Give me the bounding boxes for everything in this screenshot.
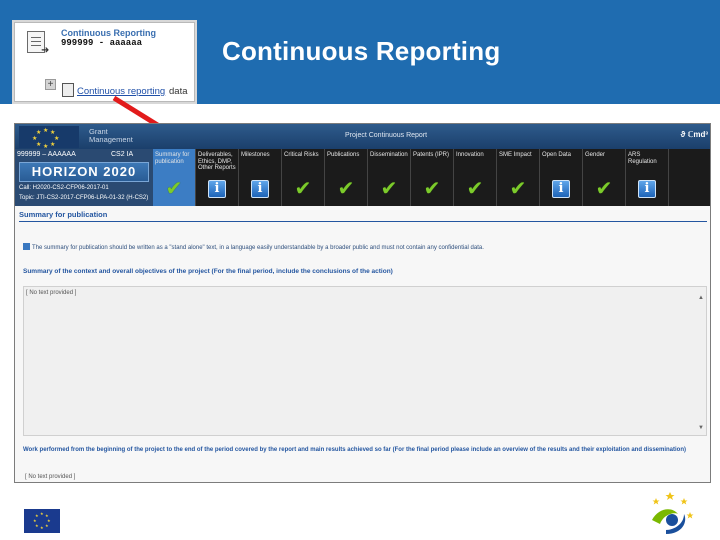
snippet-title: Continuous Reporting xyxy=(61,28,156,38)
tab-sme-impact[interactable]: SME Impact ✔ xyxy=(497,149,540,206)
check-icon: ✔ xyxy=(423,178,441,200)
check-icon: ✔ xyxy=(337,178,355,200)
app-header: ★ ★ ★ ★ ★ ★ ★ ★ Grant Management Project Con… xyxy=(15,124,710,150)
tab-ars-regulation[interactable]: ARS Regulation i xyxy=(626,149,669,206)
tab-milestones[interactable]: Milestones i xyxy=(239,149,282,206)
check-icon: ✔ xyxy=(294,178,312,200)
check-icon: ✔ xyxy=(165,178,183,200)
expand-icon[interactable]: + xyxy=(45,79,56,90)
slide: Continuous Reporting ➜ Continuous Report… xyxy=(0,0,720,540)
summary-content: Summary for publication The summary for … xyxy=(15,206,710,482)
tab-label: Publications xyxy=(327,152,360,158)
check-icon: ✔ xyxy=(380,178,398,200)
help-text: The summary for publication should be wr… xyxy=(23,243,484,251)
scroll-down-icon[interactable]: ▼ xyxy=(698,425,704,431)
app-logo: ϑ ℂmd³ xyxy=(680,130,708,139)
tab-label: Innovation xyxy=(456,152,484,158)
tab-label: Open Data xyxy=(542,152,572,158)
textarea-placeholder: [ No text provided ] xyxy=(26,290,77,296)
project-topic: Topic: JTI-CS2-2017-CFP06-LPA-01-32 (H-C… xyxy=(19,195,149,201)
arrow-icon: ➜ xyxy=(41,45,50,56)
summary-textarea[interactable]: [ No text provided ] ▲ ▼ xyxy=(23,286,707,436)
question-context-objectives: Summary of the context and overall objec… xyxy=(23,268,393,275)
tab-label: SME Impact xyxy=(499,152,532,158)
section-divider xyxy=(19,221,707,222)
horizon-2020-logo: HORIZON 2020 xyxy=(19,162,149,182)
scroll-up-icon[interactable]: ▲ xyxy=(698,295,704,301)
snippet-subtitle: 999999 - aaaaaa xyxy=(61,38,143,48)
tab-label: Milestones xyxy=(241,152,270,158)
question-work-performed: Work performed from the beginning of the… xyxy=(23,447,686,453)
textarea-placeholder-2[interactable]: [ No text provided ] xyxy=(25,474,75,480)
info-icon: i xyxy=(552,180,570,198)
check-icon: ✔ xyxy=(595,178,613,200)
tab-innovation[interactable]: Innovation ✔ xyxy=(454,149,497,206)
tab-deliverables-ethics-dmp-other-reports[interactable]: Deliverables, Ethics, DMP, Other Reports… xyxy=(196,149,239,206)
tab-gender[interactable]: Gender ✔ xyxy=(583,149,626,206)
tab-label: Deliverables, Ethics, DMP, Other Reports xyxy=(198,152,236,171)
tab-open-data[interactable]: Open Data i xyxy=(540,149,583,206)
tab-label: ARS Regulation xyxy=(628,152,657,165)
tab-label: Gender xyxy=(585,152,606,158)
slide-title: Continuous Reporting xyxy=(222,36,501,66)
eu-flag-icon: ★ ★ ★ ★ ★ ★ ★ ★ xyxy=(24,509,60,533)
project-acronym: CS2 IA xyxy=(111,151,134,158)
check-icon: ✔ xyxy=(509,178,527,200)
tab-dissemination[interactable]: Dissemination ✔ xyxy=(368,149,411,206)
tab-label: Patents (IPR) xyxy=(413,152,450,158)
project-call: Call: H2020-CS2-CFP06-2017-01 xyxy=(19,185,109,191)
report-icon xyxy=(62,83,74,97)
check-icon: ✔ xyxy=(466,178,484,200)
info-icon xyxy=(23,243,30,250)
info-icon: i xyxy=(638,180,656,198)
tab-label: Critical Risks xyxy=(284,152,319,158)
info-icon: i xyxy=(251,180,269,198)
section-title: Summary for publication xyxy=(19,210,108,219)
tab-publications[interactable]: Publications ✔ xyxy=(325,149,368,206)
tab-label: Dissemination xyxy=(370,152,408,158)
clean-sky-logo-icon xyxy=(652,492,694,534)
tab-critical-risks[interactable]: Critical Risks ✔ xyxy=(282,149,325,206)
tab-summary-for-publication[interactable]: Summary for publication ✔ xyxy=(153,149,196,206)
tab-patents-ipr[interactable]: Patents (IPR) ✔ xyxy=(411,149,454,206)
report-header-title: Project Continuous Report xyxy=(345,132,428,139)
help-text-label: The summary for publication should be wr… xyxy=(32,245,484,251)
continuous-reporting-snippet: ➜ Continuous Reporting 999999 - aaaaaa +… xyxy=(14,22,195,102)
project-number: 999999 – AAAAAA xyxy=(17,151,76,158)
tab-label: Summary for publication xyxy=(155,152,190,165)
info-icon: i xyxy=(208,180,226,198)
eu-logo-icon: ★ ★ ★ ★ ★ ★ ★ ★ xyxy=(19,126,79,150)
brand-label: Grant Management xyxy=(89,127,133,144)
project-info: 999999 – AAAAAA CS2 IA HORIZON 2020 Call… xyxy=(15,149,153,206)
report-tabs: 999999 – AAAAAA CS2 IA HORIZON 2020 Call… xyxy=(15,149,710,206)
portal-screenshot: ★ ★ ★ ★ ★ ★ ★ ★ Grant Management Project Con… xyxy=(14,123,711,483)
